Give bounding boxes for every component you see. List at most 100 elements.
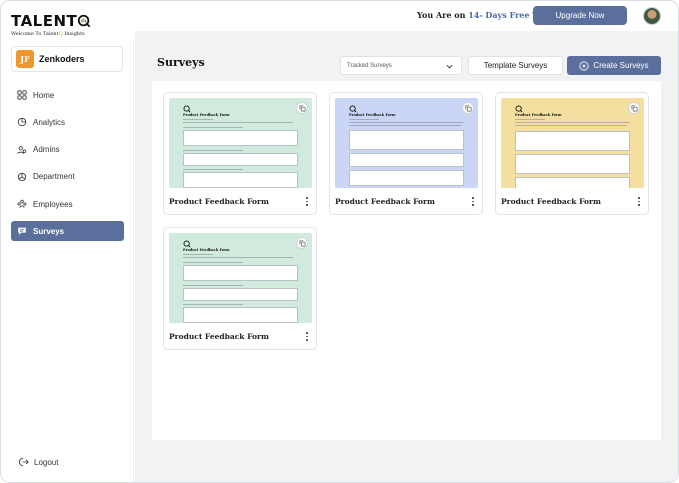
survey-card[interactable]: Product Feedback Form Product Feedback F… [163, 227, 317, 350]
preview-logo-icon [515, 105, 523, 113]
app-window: TALENT Welcome To TalentQ Insights You A… [0, 0, 679, 483]
preview-text-line [183, 122, 293, 123]
sidebar-item-home[interactable]: Home [11, 85, 124, 105]
preview-text-line [349, 124, 461, 126]
preview-question-box [183, 307, 298, 323]
preview-question-box [183, 153, 298, 166]
preview-text-line [183, 262, 243, 263]
survey-card-title: Product Feedback Form [169, 332, 269, 341]
org-name: Zenkoders [39, 54, 85, 64]
preview-question-box [349, 153, 464, 167]
copy-icon[interactable] [628, 102, 640, 114]
preview-title: Product Feedback Form [349, 113, 396, 117]
logo-q-icon [78, 14, 91, 28]
sidebar-item-label: Department [33, 172, 75, 182]
logout-label: Logout [34, 457, 59, 467]
preview-text-line [515, 119, 545, 120]
survey-preview[interactable]: Product Feedback Form [501, 98, 644, 188]
preview-logo-icon [349, 105, 357, 113]
survey-card[interactable]: Product Feedback Form Product Feedback F… [163, 92, 317, 215]
tagline: Welcome To TalentQ Insights [11, 31, 85, 37]
logout-button[interactable]: Logout [19, 457, 58, 467]
more-options-icon[interactable] [305, 197, 309, 206]
survey-card-title: Product Feedback Form [169, 197, 269, 206]
employees-icon [17, 199, 27, 209]
survey-filter-select[interactable]: Tracked Surveys [340, 56, 462, 75]
preview-question-box [183, 130, 298, 146]
copy-icon[interactable] [296, 237, 308, 249]
surveys-icon [18, 228, 26, 236]
home-icon [17, 90, 27, 100]
department-icon [17, 172, 27, 182]
preview-question-box [183, 172, 298, 188]
org-switcher[interactable]: JF Zenkoders [11, 46, 123, 72]
survey-card-title: Product Feedback Form [335, 197, 435, 206]
top-bar: TALENT Welcome To TalentQ Insights You A… [1, 1, 678, 37]
sidebar: JF Zenkoders Home Analytics Admins Depar… [1, 39, 134, 482]
sidebar-item-employees[interactable]: Employees [11, 194, 124, 214]
upgrade-now-button[interactable]: Upgrade Now [533, 6, 627, 25]
preview-question-box [183, 288, 298, 301]
template-surveys-button[interactable]: Template Surveys [468, 56, 563, 75]
preview-question-box [349, 130, 464, 150]
talentq-logo[interactable]: TALENT [11, 13, 91, 29]
preview-text-line [183, 254, 213, 255]
preview-question-box [515, 131, 630, 151]
preview-question-box [515, 154, 630, 174]
preview-text-line [183, 285, 243, 286]
org-logo: JF [16, 50, 34, 68]
survey-preview[interactable]: Product Feedback Form [169, 233, 312, 323]
survey-preview[interactable]: Product Feedback Form [335, 98, 478, 188]
sidebar-item-analytics[interactable]: Analytics [11, 112, 124, 132]
sidebar-item-label: Employees [33, 199, 73, 209]
preview-logo-icon [183, 240, 191, 248]
survey-card[interactable]: Product Feedback Form Product Feedback F… [495, 92, 649, 215]
user-avatar[interactable] [643, 7, 661, 25]
preview-title: Product Feedback Form [183, 248, 230, 252]
preview-logo-icon [183, 105, 191, 113]
more-options-icon[interactable] [305, 332, 309, 341]
preview-text-line [349, 119, 379, 120]
admins-icon [17, 145, 27, 154]
page-title: Surveys [157, 56, 205, 69]
survey-card[interactable]: Product Feedback Form Product Feedback F… [329, 92, 483, 215]
sidebar-item-label: Surveys [33, 226, 65, 236]
surveys-panel: Product Feedback Form Product Feedback F… [152, 81, 661, 440]
logout-icon [19, 457, 29, 467]
create-surveys-label: Create Surveys [593, 61, 649, 70]
preview-text-line [183, 169, 243, 170]
analytics-icon [17, 118, 27, 127]
preview-text-line [515, 124, 627, 126]
preview-text-line [183, 304, 243, 305]
preview-text-line [183, 257, 293, 258]
sidebar-nav: Home Analytics Admins Department Employe… [11, 85, 124, 249]
survey-filter-value: Tracked Surveys [347, 62, 392, 69]
copy-icon[interactable] [462, 102, 474, 114]
preview-text-line [183, 150, 243, 151]
preview-question-box [515, 177, 630, 188]
sidebar-item-label: Analytics [33, 117, 66, 127]
preview-text-line [515, 122, 630, 123]
sidebar-item-department[interactable]: Department [11, 167, 124, 187]
plus-circle-icon [579, 60, 590, 71]
sidebar-item-label: Home [33, 90, 55, 100]
preview-question-box [349, 170, 464, 186]
copy-icon[interactable] [296, 102, 308, 114]
survey-preview[interactable]: Product Feedback Form [169, 98, 312, 188]
sidebar-item-admins[interactable]: Admins [11, 140, 124, 160]
chevron-down-icon [446, 64, 453, 69]
more-options-icon[interactable] [637, 197, 641, 206]
sidebar-item-surveys[interactable]: Surveys [11, 221, 124, 242]
preview-text-line [183, 119, 213, 120]
preview-text-line [183, 127, 243, 128]
survey-card-title: Product Feedback Form [501, 197, 601, 206]
create-surveys-button[interactable]: Create Surveys [567, 56, 661, 75]
preview-question-box [183, 265, 298, 281]
preview-text-line [349, 122, 464, 123]
main-content: Surveys Tracked Surveys Template Surveys… [135, 31, 678, 482]
sidebar-item-label: Admins [33, 145, 60, 155]
preview-title: Product Feedback Form [183, 113, 230, 117]
preview-title: Product Feedback Form [515, 113, 562, 117]
more-options-icon[interactable] [471, 197, 475, 206]
logo-text: TALENT [11, 12, 78, 30]
